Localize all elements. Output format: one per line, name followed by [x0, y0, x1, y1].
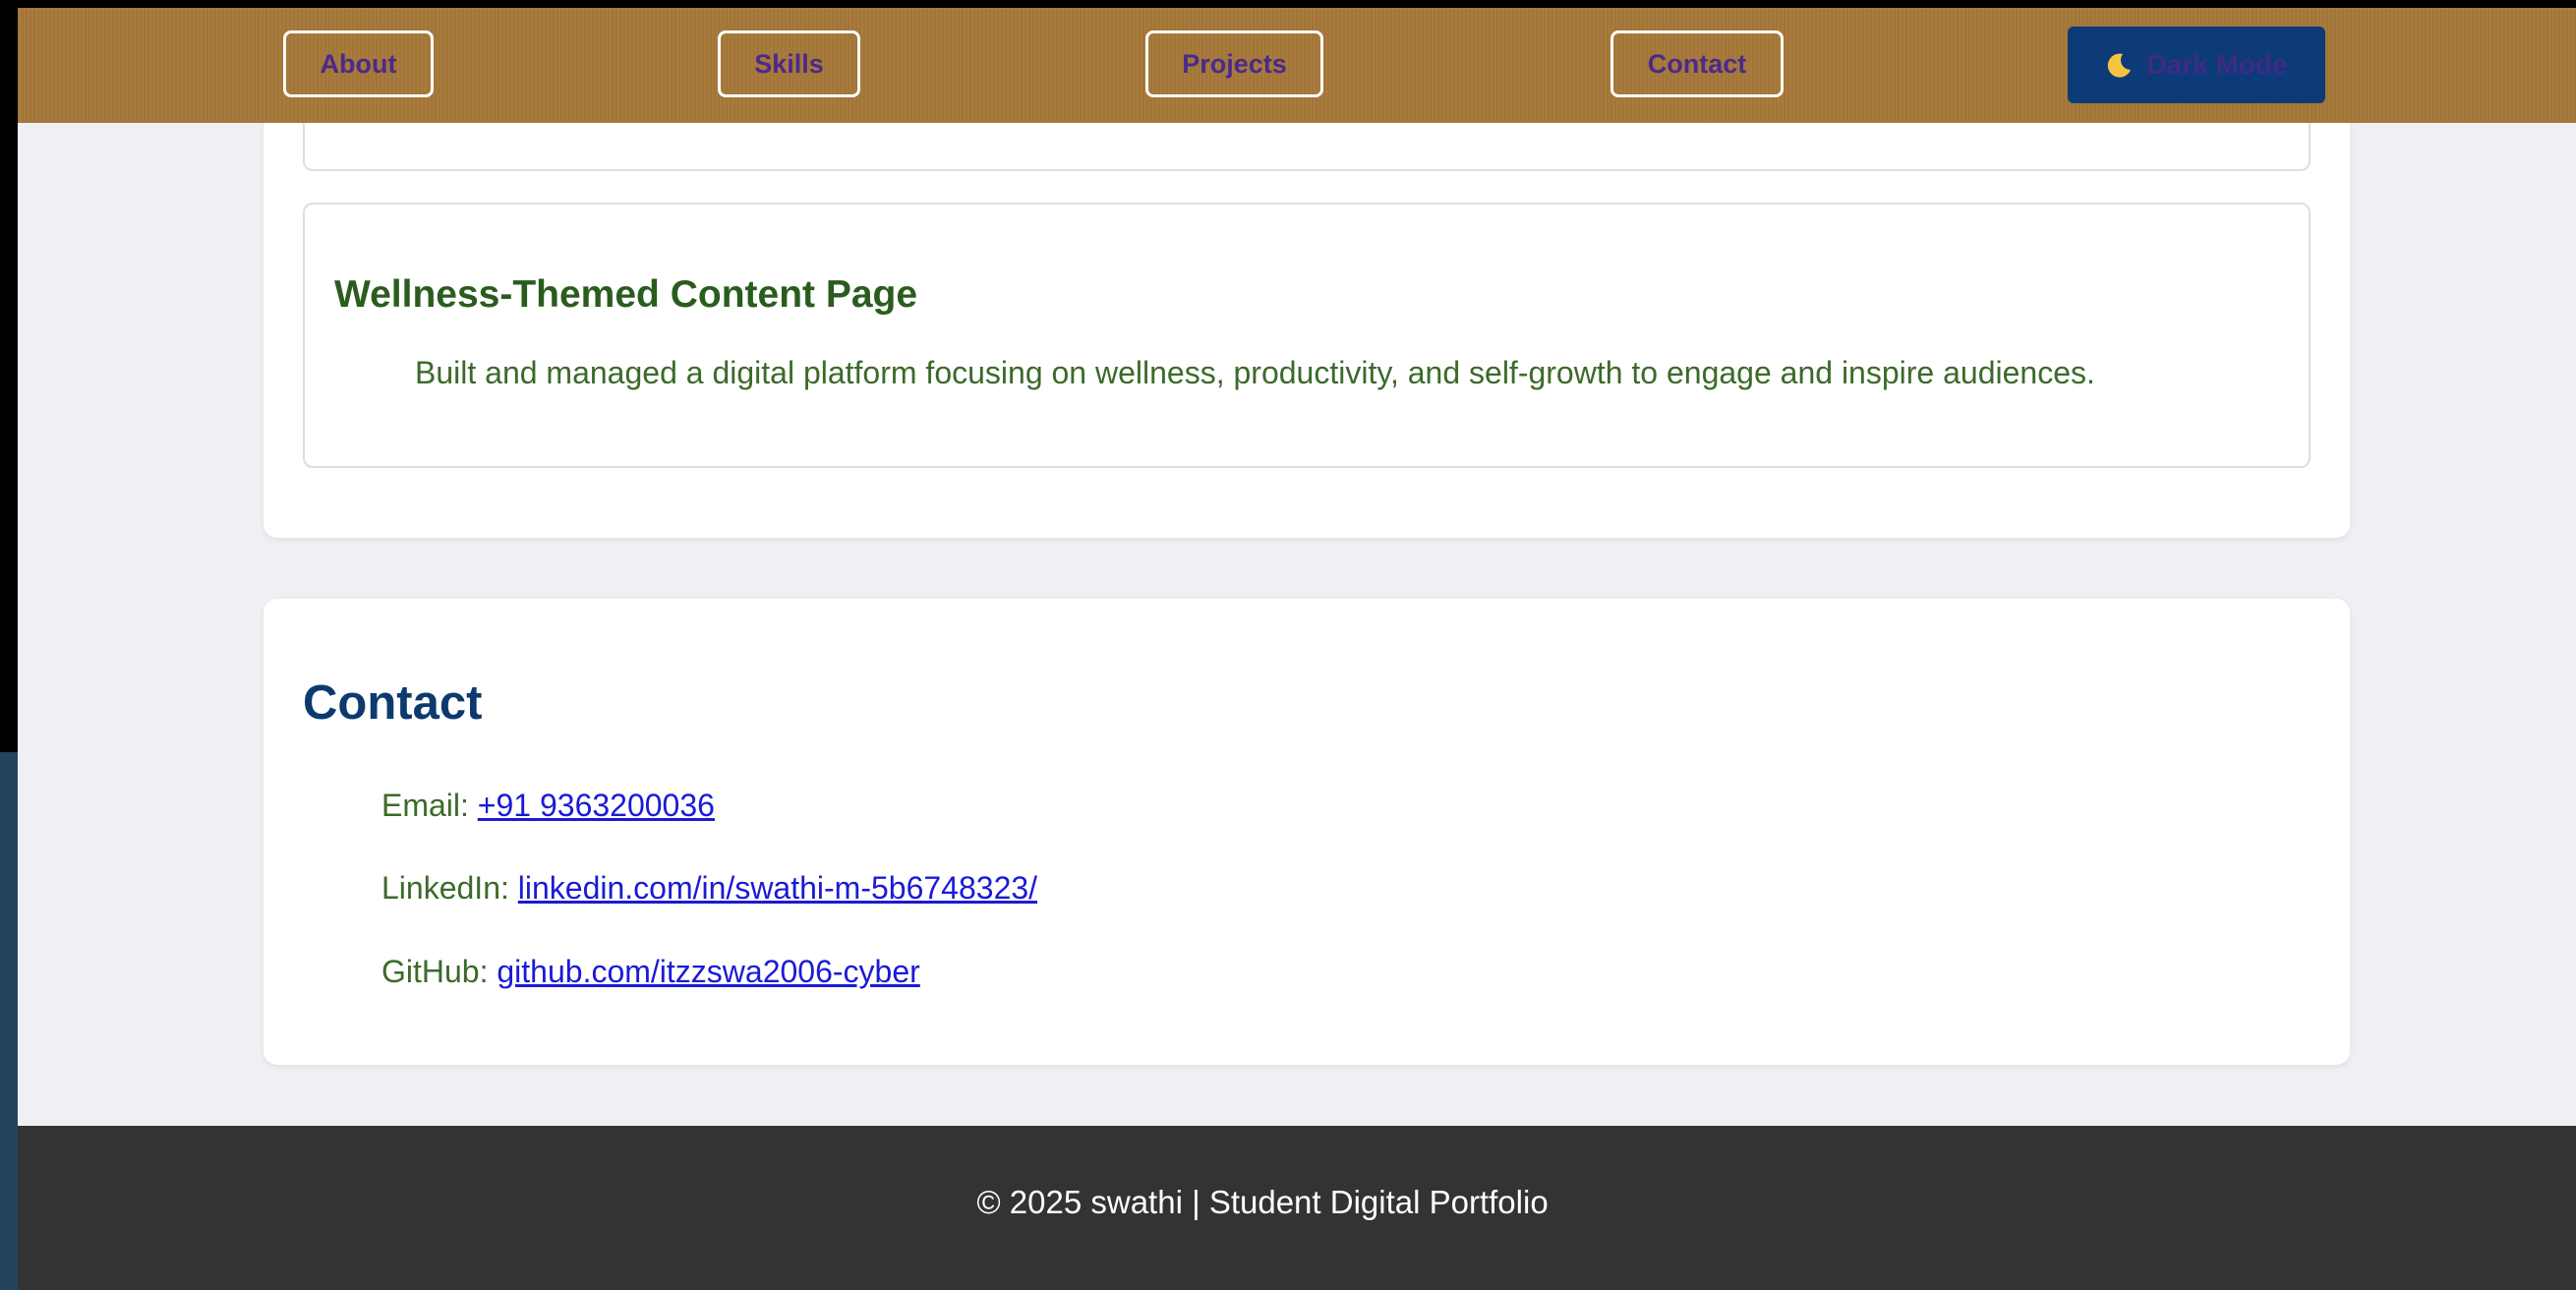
dark-mode-label: Dark Mode	[2146, 49, 2288, 80]
project-description: Built and managed a digital platform foc…	[415, 355, 2095, 390]
contact-github-line: GitHub: github.com/itzzswa2006-cyber	[381, 954, 920, 990]
nav-about-button[interactable]: About	[283, 30, 434, 97]
dark-mode-button[interactable]: Dark Mode	[2068, 27, 2325, 103]
project-item: Wellness-Themed Content Page Built and m…	[303, 203, 2311, 468]
browser-viewport: About Skills Projects Contact Dark Mode …	[18, 8, 2576, 1290]
linkedin-label: LinkedIn:	[381, 870, 518, 906]
top-navbar: About Skills Projects Contact Dark Mode	[18, 8, 2576, 123]
nav-projects-button[interactable]: Projects	[1145, 30, 1323, 97]
contact-heading: Contact	[303, 676, 483, 730]
github-link[interactable]: github.com/itzzswa2006-cyber	[497, 954, 919, 989]
project-title: Wellness-Themed Content Page	[334, 273, 918, 316]
linkedin-link[interactable]: linkedin.com/in/swathi-m-5b6748323/	[518, 870, 1037, 906]
moon-icon	[2105, 51, 2133, 79]
window-edge	[0, 752, 18, 1290]
contact-email-line: Email: +91 9363200036	[381, 788, 715, 824]
footer-text: © 2025 swathi | Student Digital Portfoli…	[976, 1183, 1549, 1220]
nav-contact-button[interactable]: Contact	[1610, 30, 1784, 97]
contact-linkedin-line: LinkedIn: linkedin.com/in/swathi-m-5b674…	[381, 870, 1037, 907]
email-label: Email:	[381, 788, 478, 823]
github-label: GitHub:	[381, 954, 498, 989]
page-footer: © 2025 swathi | Student Digital Portfoli…	[18, 1126, 2576, 1290]
email-link[interactable]: +91 9363200036	[478, 788, 715, 823]
nav-skills-button[interactable]: Skills	[718, 30, 860, 97]
contact-section: Contact Email: +91 9363200036 LinkedIn: …	[263, 599, 2350, 1065]
